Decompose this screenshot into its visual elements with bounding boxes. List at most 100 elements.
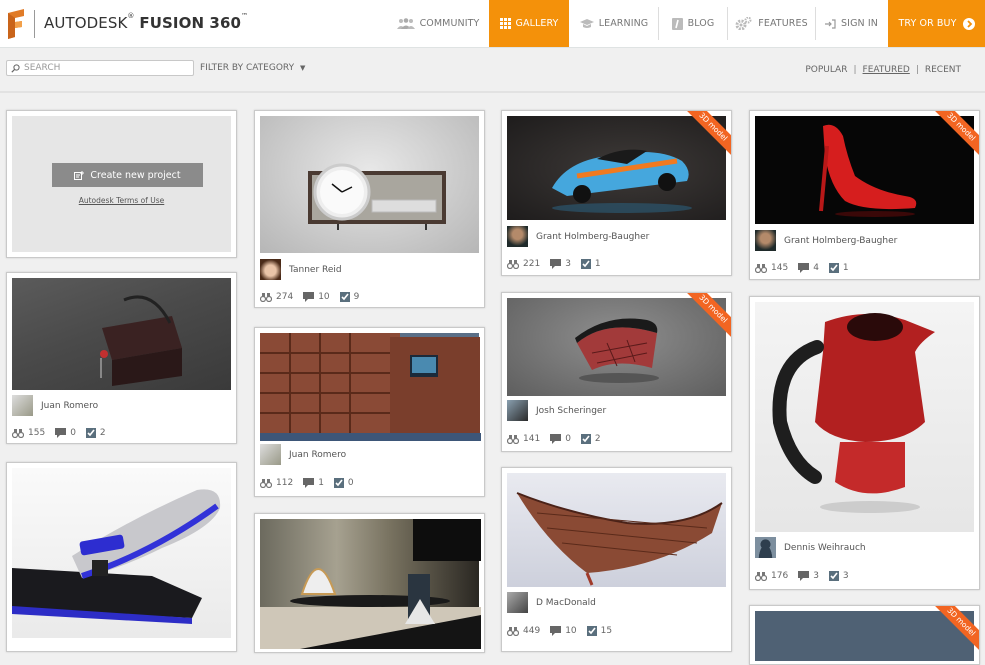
nav-community[interactable]: COMMUNITY — [388, 0, 488, 47]
project-card[interactable]: Dennis Weihrauch 176 3 3 — [749, 296, 980, 590]
bookshelf-render-image — [260, 333, 481, 441]
nav-features[interactable]: FEATURES — [728, 0, 815, 47]
project-stats: 274 10 9 — [260, 292, 369, 302]
coffee-pot-render-image — [772, 313, 935, 513]
nav-learning[interactable]: LEARNING — [570, 0, 658, 47]
grid-icon — [499, 18, 511, 29]
views-count: 449 — [523, 626, 541, 636]
sort-recent[interactable]: RECENT — [925, 65, 961, 75]
likes-count: 1 — [842, 263, 849, 273]
comments-stat: 4 — [798, 263, 819, 273]
fusion-logo-icon[interactable] — [6, 9, 26, 39]
project-thumbnail[interactable] — [260, 116, 479, 253]
likes-stat: 1 — [828, 263, 849, 273]
author[interactable]: Juan Romero — [260, 444, 346, 465]
likes-stat: 2 — [85, 428, 106, 438]
checkbox-icon — [828, 571, 839, 581]
brand-title[interactable]: AUTODESK® FUSION 360™ — [44, 12, 248, 32]
comments-stat: 0 — [550, 434, 571, 444]
project-stats: 221 3 1 — [507, 259, 611, 269]
ship-render-image — [516, 492, 723, 586]
comments-stat: 3 — [550, 259, 571, 269]
project-card[interactable]: D MacDonald 449 10 15 — [501, 467, 732, 652]
filter-by-category-dropdown[interactable]: FILTER BY CATEGORY ▼ — [200, 63, 305, 73]
brand-product: FUSION 360 — [139, 14, 242, 32]
nav-gallery[interactable]: GALLERY — [489, 0, 569, 47]
likes-count: 3 — [842, 571, 849, 581]
comments-count: 3 — [565, 259, 571, 269]
project-thumbnail[interactable] — [507, 298, 726, 396]
project-thumbnail[interactable] — [755, 611, 974, 661]
likes-stat: 2 — [580, 434, 601, 444]
clock-radio-render-image — [308, 163, 446, 230]
project-thumbnail[interactable] — [12, 278, 231, 390]
create-project-panel: Create new project Autodesk Terms of Use — [12, 116, 231, 252]
graduation-cap-icon — [579, 18, 594, 29]
author[interactable]: Dennis Weihrauch — [755, 537, 866, 558]
terms-of-use-link[interactable]: Autodesk Terms of Use — [12, 196, 231, 205]
author[interactable]: Tanner Reid — [260, 259, 342, 280]
project-stats: 145 4 1 — [755, 263, 859, 273]
author[interactable]: Josh Scheringer — [507, 400, 606, 421]
sort-separator: | — [853, 65, 857, 75]
author[interactable]: Juan Romero — [12, 395, 98, 416]
project-card[interactable]: 3D model Josh Scheringer 141 0 2 — [501, 292, 732, 452]
avatar — [507, 592, 528, 613]
project-card[interactable]: Juan Romero 155 0 2 — [6, 272, 237, 444]
binoculars-icon — [260, 292, 272, 302]
project-thumbnail[interactable] — [755, 116, 974, 224]
tile-object-render-image — [575, 318, 659, 383]
project-card[interactable]: 3D model — [749, 605, 980, 665]
nav-features-label: FEATURES — [758, 18, 808, 29]
try-or-buy-button[interactable]: TRY OR BUY — [888, 0, 985, 47]
project-thumbnail[interactable] — [755, 302, 974, 532]
project-thumbnail[interactable] — [507, 473, 726, 587]
project-thumbnail[interactable] — [260, 333, 481, 441]
project-card[interactable]: 3D model Grant Holmberg-Baugher 145 4 1 — [749, 110, 980, 280]
author[interactable]: Grant Holmberg-Baugher — [755, 230, 897, 251]
desk-render-image — [100, 295, 182, 386]
views-count: 221 — [523, 259, 541, 269]
nav-sign-in[interactable]: SIGN IN — [816, 0, 887, 47]
comment-icon — [303, 292, 315, 302]
project-thumbnail[interactable] — [507, 116, 726, 220]
author-name: Juan Romero — [289, 449, 347, 460]
author-name: Grant Holmberg-Baugher — [536, 231, 650, 242]
create-project-card: Create new project Autodesk Terms of Use — [6, 110, 237, 258]
binoculars-icon — [12, 428, 24, 438]
sort-popular[interactable]: POPULAR — [805, 65, 847, 75]
project-card[interactable] — [254, 513, 485, 653]
likes-count: 2 — [594, 434, 601, 444]
author[interactable]: D MacDonald — [507, 592, 596, 613]
author-name: Juan Romero — [41, 400, 99, 411]
new-project-icon — [74, 170, 85, 180]
project-card[interactable]: Juan Romero 112 1 0 — [254, 327, 485, 497]
chevron-right-circle-icon — [962, 17, 975, 30]
comments-count: 0 — [565, 434, 571, 444]
project-stats: 155 0 2 — [12, 428, 116, 438]
project-thumbnail[interactable] — [260, 519, 481, 649]
search-box[interactable] — [6, 60, 194, 76]
nav-blog[interactable]: BLOG — [659, 0, 727, 47]
views-stat: 274 — [260, 292, 293, 302]
project-stats: 141 0 2 — [507, 434, 611, 444]
likes-count: 1 — [594, 259, 601, 269]
views-stat: 145 — [755, 263, 788, 273]
author-name: Dennis Weihrauch — [784, 542, 866, 553]
project-card[interactable] — [6, 462, 237, 652]
author[interactable]: Grant Holmberg-Baugher — [507, 226, 649, 247]
project-card[interactable]: Tanner Reid 274 10 9 — [254, 110, 485, 308]
create-new-project-button[interactable]: Create new project — [52, 163, 203, 187]
author-name: Josh Scheringer — [536, 405, 607, 416]
search-input[interactable] — [24, 63, 184, 73]
views-stat: 155 — [12, 428, 45, 438]
nav-gallery-label: GALLERY — [515, 18, 559, 29]
sort-featured[interactable]: FEATURED — [863, 65, 910, 75]
binoculars-icon — [507, 434, 519, 444]
comments-count: 4 — [813, 263, 819, 273]
project-thumbnail[interactable] — [12, 468, 231, 638]
top-header: AUTODESK® FUSION 360™ COMMUNITY GALLERY … — [0, 0, 985, 48]
comments-count: 0 — [70, 428, 76, 438]
views-stat: 176 — [755, 571, 788, 581]
project-card[interactable]: 3D model Grant Holmberg-Baugher 221 3 1 — [501, 110, 732, 276]
